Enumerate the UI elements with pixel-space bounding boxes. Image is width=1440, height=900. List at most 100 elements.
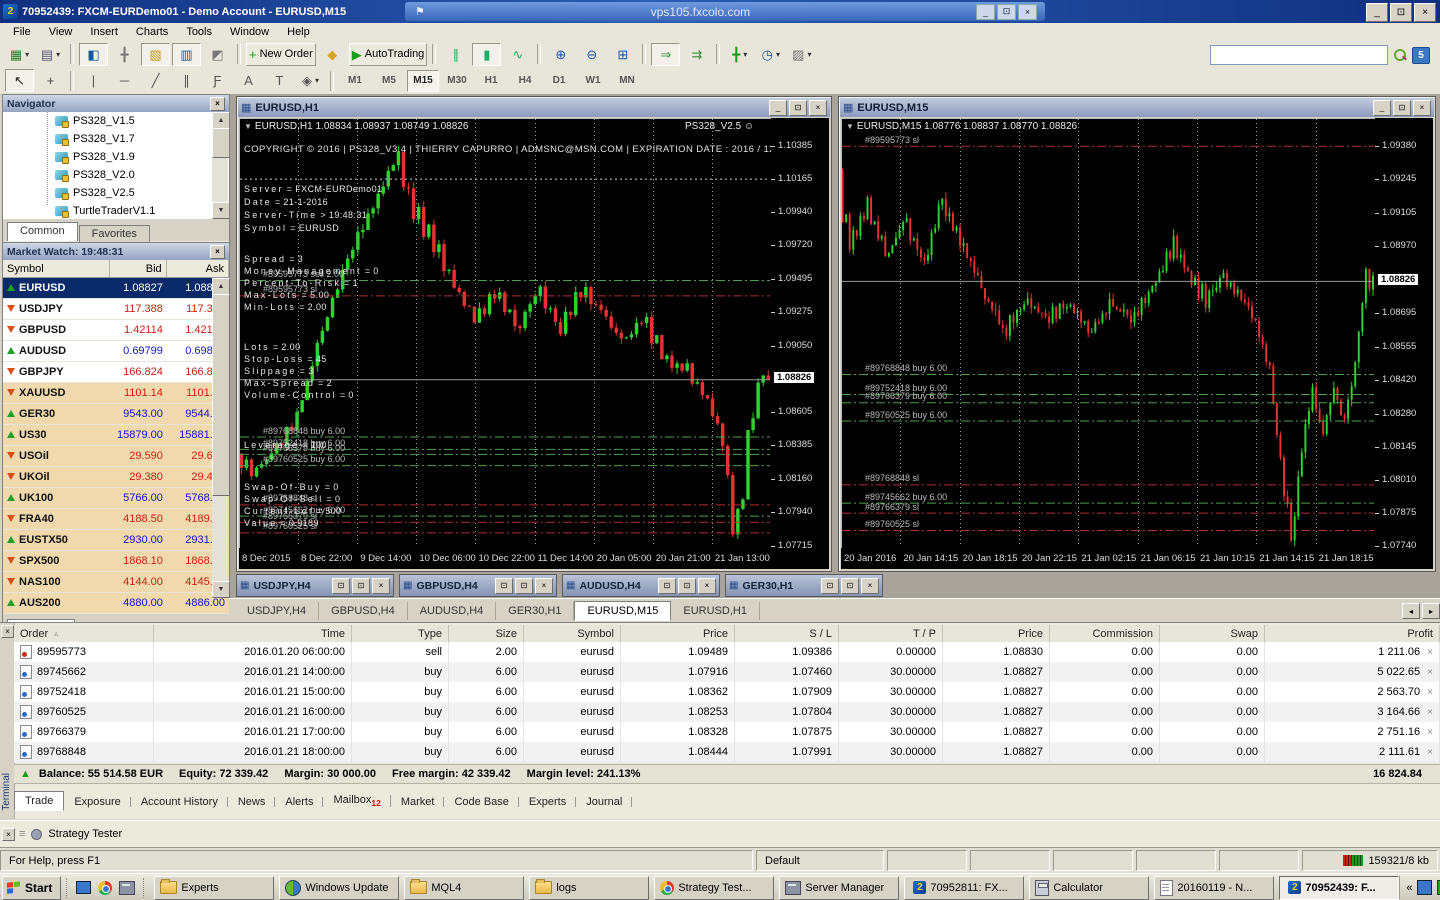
chart-window-eurusd-h1-title-bar[interactable]: ▦EURUSD,H1_⊡× <box>238 98 830 117</box>
column-header-bid[interactable]: Bid <box>110 260 167 277</box>
bar-chart-button[interactable]: ∥ <box>441 43 470 66</box>
taskbar-button-70952439-f-[interactable]: 270952439: F... <box>1279 876 1399 900</box>
period-m30[interactable]: M30 <box>441 70 473 92</box>
maximize-button[interactable]: ⊡ <box>678 578 696 594</box>
search-icon[interactable] <box>1393 48 1407 62</box>
data-window-toggle[interactable]: ╋ <box>110 43 139 66</box>
terminal-tab-news[interactable]: News <box>228 793 276 811</box>
menu-file[interactable]: File <box>4 25 40 39</box>
symbol-row-uk100[interactable]: UK1005766.005768.00 <box>3 488 229 509</box>
close-order-icon[interactable]: × <box>1427 667 1433 678</box>
chart-tab-audusd-h4[interactable]: AUDUSD,H4 <box>408 602 497 620</box>
terminal-column-tp[interactable]: T / P <box>839 625 943 642</box>
server-manager-icon[interactable] <box>118 879 136 897</box>
chart-dropdown-icon[interactable]: ▼ <box>846 122 854 131</box>
terminal-column-sl[interactable]: S / L <box>735 625 839 642</box>
market-watch-close-icon[interactable]: × <box>210 245 225 259</box>
column-header-symbol[interactable]: Symbol <box>3 260 110 277</box>
terminal-tab-alerts[interactable]: Alerts <box>275 793 323 811</box>
taskbar-button-logs[interactable]: logs <box>529 876 649 900</box>
text-tool[interactable]: A <box>234 69 263 92</box>
close-button[interactable]: × <box>698 578 716 594</box>
strategy-tester-grip-icon[interactable]: ≡ <box>19 828 25 840</box>
chart-dropdown-icon[interactable]: ▼ <box>244 122 252 131</box>
maximize-button[interactable]: ⊡ <box>515 578 533 594</box>
period-m15[interactable]: M15 <box>407 70 439 92</box>
vps-restore-button[interactable]: ⊡ <box>997 4 1016 20</box>
restore-button[interactable]: ⊡ <box>495 578 513 594</box>
zoom-in-button[interactable]: ⊕ <box>546 43 575 66</box>
navigator-item-ps328_v1.9[interactable]: PS328_V1.9 <box>3 148 229 166</box>
vps-minimize-button[interactable]: _ <box>976 4 995 20</box>
terminal-column-symbol[interactable]: Symbol <box>524 625 621 642</box>
chart-shift-toggle[interactable]: ⇉ <box>682 43 711 66</box>
minimized-window-ger30-h1[interactable]: ▦GER30,H1⊡⊡× <box>725 574 883 597</box>
chart-tab-eurusd-h1[interactable]: EURUSD,H1 <box>671 602 760 620</box>
search-input[interactable] <box>1210 45 1388 65</box>
symbol-row-usdjpy[interactable]: USDJPY117.388117.392 <box>3 299 229 320</box>
scroll-down-icon[interactable]: ▼ <box>212 581 230 598</box>
chat-badge[interactable]: 5 <box>1412 47 1430 64</box>
taskbar-button-strategy-test-[interactable]: Strategy Test... <box>654 876 774 900</box>
terminal-close-icon[interactable]: × <box>1 625 14 638</box>
restore-button[interactable]: ⊡ <box>821 578 839 594</box>
minimized-window-audusd-h4[interactable]: ▦AUDUSD,H4⊡⊡× <box>562 574 720 597</box>
trendline-tool[interactable]: ╱ <box>141 69 170 92</box>
line-chart-button[interactable]: ∿ <box>503 43 532 66</box>
window-minimize-button[interactable]: _ <box>1366 3 1388 22</box>
navigator-item-ps328_v1.5[interactable]: PS328_V1.5 <box>3 112 229 130</box>
tab-scroll-right-icon[interactable]: ▸ <box>1422 603 1440 619</box>
maximize-button[interactable]: ⊡ <box>841 578 859 594</box>
close-button[interactable]: × <box>372 578 390 594</box>
period-m1[interactable]: M1 <box>339 70 371 92</box>
symbol-row-ukoil[interactable]: UKOil29.38029.430 <box>3 467 229 488</box>
channel-tool[interactable]: ∥ <box>172 69 201 92</box>
new-order-button[interactable]: +New Order <box>246 43 316 66</box>
terminal-column-price[interactable]: Price <box>943 625 1050 642</box>
restore-button[interactable]: ⊡ <box>658 578 676 594</box>
terminal-tab-journal[interactable]: Journal <box>576 793 632 811</box>
market-watch-toggle[interactable]: ◧ <box>79 43 108 66</box>
vertical-line-tool[interactable]: | <box>79 69 108 92</box>
navigator-item-ps328_v2.5[interactable]: PS328_V2.5 <box>3 184 229 202</box>
strategy-tester-toggle[interactable]: ◩ <box>203 43 232 66</box>
chart-tab-usdjpy-h4[interactable]: USDJPY,H4 <box>235 602 319 620</box>
chart-close-button[interactable]: × <box>1413 100 1431 116</box>
taskbar-button-server-manager[interactable]: Server Manager <box>779 876 899 900</box>
taskbar-button-calculator[interactable]: Calculator <box>1029 876 1149 900</box>
new-chart-button[interactable]: ▦▾ <box>5 43 34 66</box>
column-header-ask[interactable]: Ask <box>167 260 229 277</box>
chart-restore-button[interactable]: ⊡ <box>1393 100 1411 116</box>
taskbar-button-mql4[interactable]: MQL4 <box>404 876 524 900</box>
menu-help[interactable]: Help <box>278 25 319 39</box>
period-d1[interactable]: D1 <box>543 70 575 92</box>
terminal-tab-trade[interactable]: Trade <box>14 791 64 811</box>
remote-desktop-icon[interactable] <box>1417 880 1432 895</box>
show-desktop-icon[interactable] <box>74 879 92 897</box>
strategy-tester-close-icon[interactable]: × <box>2 828 15 841</box>
chart-window-eurusd-m15-title-bar[interactable]: ▦EURUSD,M15_⊡× <box>840 98 1434 117</box>
order-row-89752418[interactable]: 897524182016.01.21 15:00:00buy6.00eurusd… <box>14 682 1440 703</box>
terminal-tab-exposure[interactable]: Exposure <box>64 793 130 811</box>
profiles-button[interactable]: ▤▾ <box>36 43 65 66</box>
chart-tab-ger30-h1[interactable]: GER30,H1 <box>496 602 574 620</box>
order-row-89766379[interactable]: 897663792016.01.21 17:00:00buy6.00eurusd… <box>14 722 1440 743</box>
close-button[interactable]: × <box>861 578 879 594</box>
symbol-row-aus200[interactable]: AUS2004880.004886.00 <box>3 593 229 614</box>
symbol-row-us30[interactable]: US3015879.0015881.00 <box>3 425 229 446</box>
terminal-column-size[interactable]: Size <box>449 625 524 642</box>
terminal-column-price[interactable]: Price <box>621 625 735 642</box>
close-button[interactable]: × <box>535 578 553 594</box>
close-order-icon[interactable]: × <box>1427 647 1433 658</box>
symbol-row-eurusd[interactable]: EURUSD1.088271.08830 <box>3 278 229 299</box>
order-row-89768848[interactable]: 897688482016.01.21 18:00:00buy6.00eurusd… <box>14 742 1440 763</box>
navigator-close-icon[interactable]: × <box>210 97 225 111</box>
terminal-tab-mailbox[interactable]: Mailbox12 <box>323 791 390 811</box>
tab-scroll-left-icon[interactable]: ◂ <box>1402 603 1420 619</box>
scrollbar-thumb[interactable] <box>212 294 230 496</box>
terminal-tab-account-history[interactable]: Account History <box>131 793 228 811</box>
scroll-down-icon[interactable]: ▼ <box>212 202 229 219</box>
chart-minimize-button[interactable]: _ <box>769 100 787 116</box>
symbol-row-eustx50[interactable]: EUSTX502930.002931.00 <box>3 530 229 551</box>
period-h1[interactable]: H1 <box>475 70 507 92</box>
